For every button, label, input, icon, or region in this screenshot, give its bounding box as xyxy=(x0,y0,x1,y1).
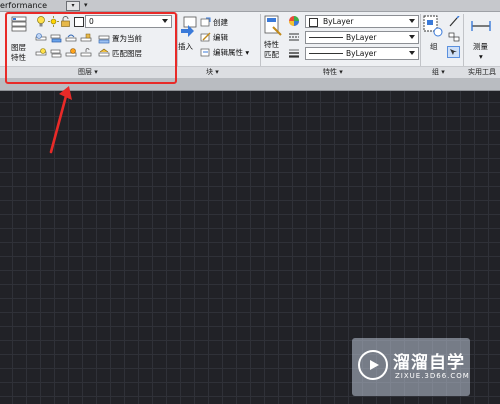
watermark-title: 溜溜自学 xyxy=(393,353,465,373)
watermark: 溜溜自学 ZIXUE.3D66.COM xyxy=(352,338,470,396)
watermark-subtitle: ZIXUE.3D66.COM xyxy=(395,372,470,380)
play-logo-icon xyxy=(358,350,388,380)
